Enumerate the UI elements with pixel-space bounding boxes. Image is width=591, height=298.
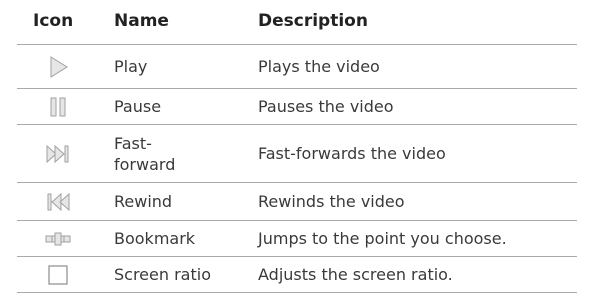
- row-description: Pauses the video: [258, 97, 394, 116]
- fast-forward-icon: [46, 144, 69, 163]
- table-row-fast-forward: Fast- forward Fast-forwards the video: [17, 124, 577, 182]
- row-description: Adjusts the screen ratio.: [258, 265, 453, 284]
- rewind-icon: [47, 192, 70, 211]
- row-description: Plays the video: [258, 57, 380, 76]
- play-icon: [50, 55, 68, 78]
- row-description: Rewinds the video: [258, 192, 405, 211]
- row-description: Fast-forwards the video: [258, 144, 446, 163]
- row-name: Bookmark: [114, 229, 196, 248]
- row-name: Play: [114, 57, 148, 76]
- table-row-screen-ratio: Screen ratio Adjusts the screen ratio.: [17, 256, 577, 293]
- row-name: Rewind: [114, 192, 173, 211]
- table-row-pause: Pause Pauses the video: [17, 88, 577, 124]
- row-description: Jumps to the point you choose.: [258, 229, 507, 248]
- table-header: Icon Name Description: [17, 6, 577, 36]
- header-icon: Icon: [33, 11, 74, 31]
- header-name: Name: [114, 10, 169, 31]
- pause-icon: [50, 97, 66, 116]
- bookmark-icon: [45, 232, 71, 245]
- row-name: Pause: [114, 97, 162, 116]
- table-row-rewind: Rewind Rewinds the video: [17, 182, 577, 220]
- table-row-play: Play Plays the video: [17, 44, 577, 88]
- table-row-bookmark: Bookmark Jumps to the point you choose.: [17, 220, 577, 256]
- row-name: Screen ratio: [114, 265, 211, 284]
- header-description: Description: [258, 10, 368, 31]
- row-name: Fast- forward: [114, 133, 176, 174]
- screen-ratio-icon: [48, 264, 68, 285]
